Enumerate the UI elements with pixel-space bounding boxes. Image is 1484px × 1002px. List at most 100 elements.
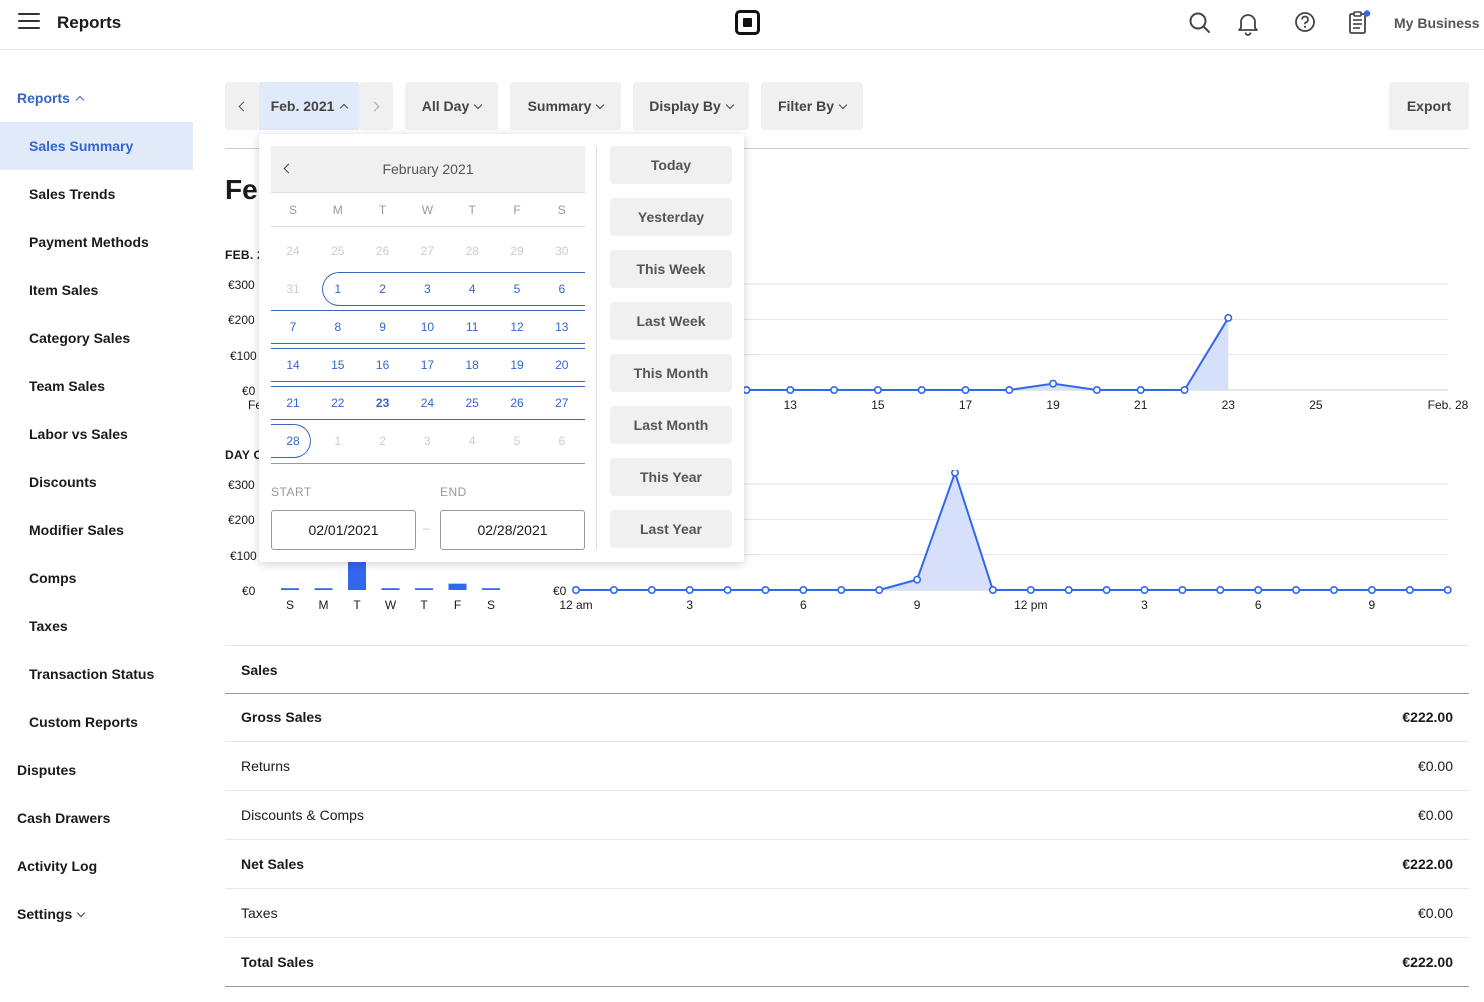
data-point [761,586,770,595]
sidebar-item-label: Sales Trends [29,186,116,202]
calendar-day[interactable]: 19 [495,349,539,381]
x-tick-label: 3 [1141,598,1148,612]
help-icon[interactable] [1292,10,1318,36]
sidebar-item-category-sales[interactable]: Category Sales [0,314,193,362]
prev-period-button[interactable] [225,82,259,130]
sidebar-item-labor-vs-sales[interactable]: Labor vs Sales [0,410,193,458]
business-name[interactable]: My Business [1394,15,1480,31]
calendar-day[interactable]: 11 [450,311,494,343]
data-point [1254,586,1263,595]
calendar-day[interactable]: 10 [405,311,449,343]
x-tick-label: 6 [800,598,807,612]
quick-range-this-year-button[interactable]: This Year [610,458,732,496]
sidebar-item-discounts[interactable]: Discounts [0,458,193,506]
sidebar-item-activity-log[interactable]: Activity Log [0,842,193,890]
quick-range-last-month-button[interactable]: Last Month [610,406,732,444]
calendar-day[interactable]: 15 [316,349,360,381]
quick-range-last-week-button[interactable]: Last Week [610,302,732,340]
start-date-input[interactable] [271,510,416,550]
calendar-day[interactable]: 27 [540,387,584,419]
calendar-day[interactable]: 14 [271,349,315,381]
popup-separator [596,146,597,550]
chevron-left-icon[interactable] [283,163,294,174]
calendar-day[interactable]: 23 [361,387,405,419]
next-period-button[interactable] [359,82,393,130]
menu-icon[interactable] [18,13,40,31]
sidebar-item-team-sales[interactable]: Team Sales [0,362,193,410]
chart2-ytick: €300 [228,478,255,492]
sidebar-item-comps[interactable]: Comps [0,554,193,602]
export-button[interactable]: Export [1389,82,1469,130]
quick-range-yesterday-button[interactable]: Yesterday [610,198,732,236]
x-tick-label: M [319,598,329,612]
calendar-day[interactable]: 4 [450,273,494,305]
calendar-day[interactable]: 12 [495,311,539,343]
sidebar-item-modifier-sales[interactable]: Modifier Sales [0,506,193,554]
calendar-day[interactable]: 16 [361,349,405,381]
sidebar-item-item-sales[interactable]: Item Sales [0,266,193,314]
sidebar-item-label: Payment Methods [29,234,149,250]
x-tick-label: Feb. 28 [1428,398,1469,412]
display-by-button[interactable]: Display By [633,82,749,130]
calendar-day: 4 [468,434,476,448]
calendar-day[interactable]: 17 [405,349,449,381]
calendar-day: 1 [334,434,342,448]
calendar-day[interactable]: 18 [450,349,494,381]
end-date-input[interactable] [440,510,585,550]
sidebar-item-sales-trends[interactable]: Sales Trends [0,170,193,218]
data-point [951,470,959,477]
bar [415,588,433,590]
sidebar-item-custom-reports[interactable]: Custom Reports [0,698,193,746]
calendar-day[interactable]: 20 [540,349,584,381]
table-row: Returns €0.00 [225,742,1469,791]
calendar-day[interactable]: 2 [361,273,405,305]
calendar-day: 3 [424,434,431,448]
sidebar-item-settings[interactable]: Settings [0,890,193,938]
chart2-ytick: €100 [230,549,257,563]
weekday-label: T [468,203,476,217]
date-range-button[interactable]: Feb. 2021 [259,82,359,130]
sidebar-item-disputes[interactable]: Disputes [0,746,193,794]
bell-icon[interactable] [1235,10,1261,36]
calendar-day[interactable]: 22 [316,387,360,419]
weekday-label: T [378,203,387,217]
calendar-day[interactable]: 9 [361,311,405,343]
calendar-day[interactable]: 5 [495,273,539,305]
quick-range-last-year-button[interactable]: Last Year [610,510,732,548]
weekday-label: S [557,203,566,217]
quick-range-this-month-button[interactable]: This Month [610,354,732,392]
calendar-day[interactable]: 7 [271,311,315,343]
quick-range-this-week-button[interactable]: This Week [610,250,732,288]
quick-range-today-button[interactable]: Today [610,146,732,184]
calendar-day[interactable]: 21 [271,387,315,419]
search-icon[interactable] [1187,10,1213,36]
time-filter-label: All Day [421,98,470,114]
calendar-day[interactable]: 8 [316,311,360,343]
sidebar-item-transaction-status[interactable]: Transaction Status [0,650,193,698]
calendar-day: 26 [375,244,390,258]
sidebar-item-sales-summary[interactable]: Sales Summary [0,122,193,170]
calendar-day[interactable]: 13 [540,311,584,343]
calendar-day[interactable]: 3 [405,273,449,305]
calendar-day[interactable]: 28 [271,425,315,457]
summary-button[interactable]: Summary [510,82,621,130]
filter-by-button[interactable]: Filter By [761,82,863,130]
time-filter-button[interactable]: All Day [405,82,498,130]
page-title: Fe [225,174,258,205]
row-label: Net Sales [241,856,305,872]
square-logo-icon[interactable] [735,10,760,35]
sidebar-item-payment-methods[interactable]: Payment Methods [0,218,193,266]
calendar-divider [271,192,585,193]
sidebar-item-reports[interactable]: Reports [0,74,193,122]
sidebar-item-taxes[interactable]: Taxes [0,602,193,650]
data-point [1216,586,1225,595]
calendar-day[interactable]: 1 [316,273,360,305]
sidebar-item-cash-drawers[interactable]: Cash Drawers [0,794,193,842]
calendar-day[interactable]: 25 [450,387,494,419]
data-point [1367,586,1376,595]
clipboard-icon[interactable] [1345,10,1371,36]
calendar-day[interactable]: 6 [540,273,584,305]
calendar-day[interactable]: 26 [495,387,539,419]
calendar-day: 2 [379,434,386,448]
calendar-day[interactable]: 24 [405,387,449,419]
